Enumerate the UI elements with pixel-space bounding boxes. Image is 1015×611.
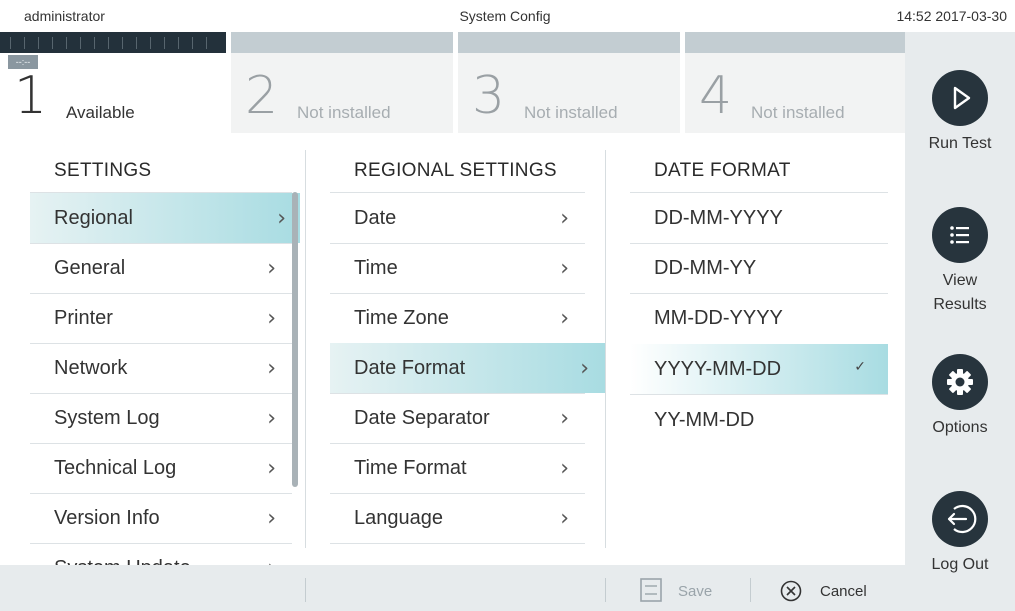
cancel-icon (780, 580, 802, 602)
module-status: Not installed (751, 103, 845, 122)
settings-item-label: Printer (54, 306, 113, 329)
options-label: Options (932, 419, 988, 436)
regional-item-label: Time (354, 256, 398, 279)
module-4[interactable]: 4 Not installed (685, 32, 905, 133)
play-icon (932, 70, 988, 126)
module-number: 4 (699, 66, 733, 126)
bottom-action-bar (0, 565, 905, 611)
run-test-button[interactable]: Run Test (905, 70, 1015, 156)
settings-item-network[interactable]: Network › (30, 343, 292, 393)
chevron-right-icon: › (267, 506, 276, 531)
settings-item-label: Network (54, 356, 128, 379)
module-status: Available (66, 103, 135, 122)
save-icon (640, 578, 662, 602)
date-format-label: YY-MM-DD (654, 408, 755, 431)
module-2[interactable]: 2 Not installed (231, 32, 453, 133)
module-number: 2 (245, 66, 279, 126)
date-format-option-selected[interactable]: YYYY-MM-DD ✓ (630, 344, 888, 394)
save-label: Save (678, 583, 713, 600)
chevron-right-icon: › (580, 356, 589, 381)
settings-item-label: Version Info (54, 506, 160, 529)
regional-item-date-format[interactable]: Date Format › (330, 343, 605, 393)
regional-item-language[interactable]: Language › (330, 493, 585, 543)
list-icon (932, 207, 988, 263)
regional-item-label: Time Zone (354, 306, 449, 329)
cancel-label: Cancel (820, 583, 867, 600)
settings-item-system-log[interactable]: System Log › (30, 393, 292, 443)
module-number: 1 (14, 66, 48, 126)
module-3[interactable]: 3 Not installed (458, 32, 680, 133)
regional-item-label: Time Format (354, 456, 467, 479)
log-out-label: Log Out (931, 556, 989, 573)
settings-item-label: Technical Log (54, 456, 177, 479)
settings-item-printer[interactable]: Printer › (30, 293, 292, 343)
module-1-progress-bar (0, 32, 226, 53)
module-strip: --:-- 1 Available 2 Not installed 3 Not … (0, 32, 905, 133)
settings-item-label: System Log (54, 406, 160, 429)
settings-item-label: Regional (54, 206, 133, 229)
gear-icon (932, 354, 988, 410)
date-format-label: DD-MM-YY (654, 256, 757, 279)
module-status: Not installed (524, 103, 618, 122)
chevron-right-icon: › (277, 206, 286, 231)
action-sidebar: Run Test View Results Options Log Out (905, 32, 1015, 611)
run-test-label: Run Test (928, 135, 992, 152)
regional-item-label: Date (354, 206, 397, 229)
regional-item-date-separator[interactable]: Date Separator › (330, 393, 585, 443)
date-format-label: YYYY-MM-DD (654, 357, 782, 380)
chevron-right-icon: › (560, 406, 569, 431)
regional-item-time[interactable]: Time › (330, 243, 585, 293)
chevron-right-icon: › (560, 306, 569, 331)
chevron-right-icon: › (267, 256, 276, 281)
settings-item-version-info[interactable]: Version Info › (30, 493, 292, 543)
regional-item-label: Date Format (354, 356, 466, 379)
module-1[interactable]: --:-- 1 Available (0, 32, 226, 133)
date-format-option[interactable]: DD-MM-YYYY (630, 193, 888, 243)
log-out-button[interactable]: Log Out (905, 491, 1015, 577)
settings-item-label: General (54, 256, 126, 279)
cancel-button[interactable]: Cancel (780, 575, 890, 607)
view-results-button[interactable]: View Results (905, 207, 1015, 317)
module-number: 3 (472, 66, 506, 126)
save-button[interactable]: Save (640, 575, 740, 607)
view-results-label: View Results (933, 272, 987, 313)
date-format-label: DD-MM-YYYY (654, 206, 783, 229)
settings-item-general[interactable]: General › (30, 243, 292, 293)
options-button[interactable]: Options (905, 354, 1015, 440)
logout-icon (932, 491, 988, 547)
chevron-right-icon: › (560, 206, 569, 231)
date-format-header: DATE FORMAT (654, 160, 791, 181)
user-name: administrator (24, 8, 105, 24)
regional-item-time-format[interactable]: Time Format › (330, 443, 585, 493)
settings-item-regional[interactable]: Regional › (30, 193, 300, 243)
date-format-label: MM-DD-YYYY (654, 306, 783, 329)
settings-scrollbar[interactable] (292, 192, 298, 487)
chevron-right-icon: › (267, 406, 276, 431)
date-format-option[interactable]: YY-MM-DD (630, 395, 888, 445)
date-format-option[interactable]: MM-DD-YYYY (630, 293, 888, 343)
chevron-right-icon: › (560, 256, 569, 281)
check-icon: ✓ (854, 359, 866, 375)
clock: 14:52 2017-03-30 (896, 8, 1007, 24)
date-format-option[interactable]: DD-MM-YY (630, 243, 888, 293)
settings-header: SETTINGS (54, 160, 152, 181)
chevron-right-icon: › (267, 356, 276, 381)
regional-settings-header: REGIONAL SETTINGS (354, 160, 557, 181)
chevron-right-icon: › (560, 506, 569, 531)
chevron-right-icon: › (560, 456, 569, 481)
regional-item-label: Date Separator (354, 406, 490, 429)
regional-item-date[interactable]: Date › (330, 193, 585, 243)
window-title: System Config (459, 8, 551, 24)
regional-item-label: Language (354, 506, 443, 529)
chevron-right-icon: › (267, 306, 276, 331)
settings-item-technical-log[interactable]: Technical Log › (30, 443, 292, 493)
module-status: Not installed (297, 103, 391, 122)
top-status-bar: administrator System Config 14:52 2017-0… (0, 0, 1015, 32)
chevron-right-icon: › (267, 456, 276, 481)
regional-item-time-zone[interactable]: Time Zone › (330, 293, 585, 343)
